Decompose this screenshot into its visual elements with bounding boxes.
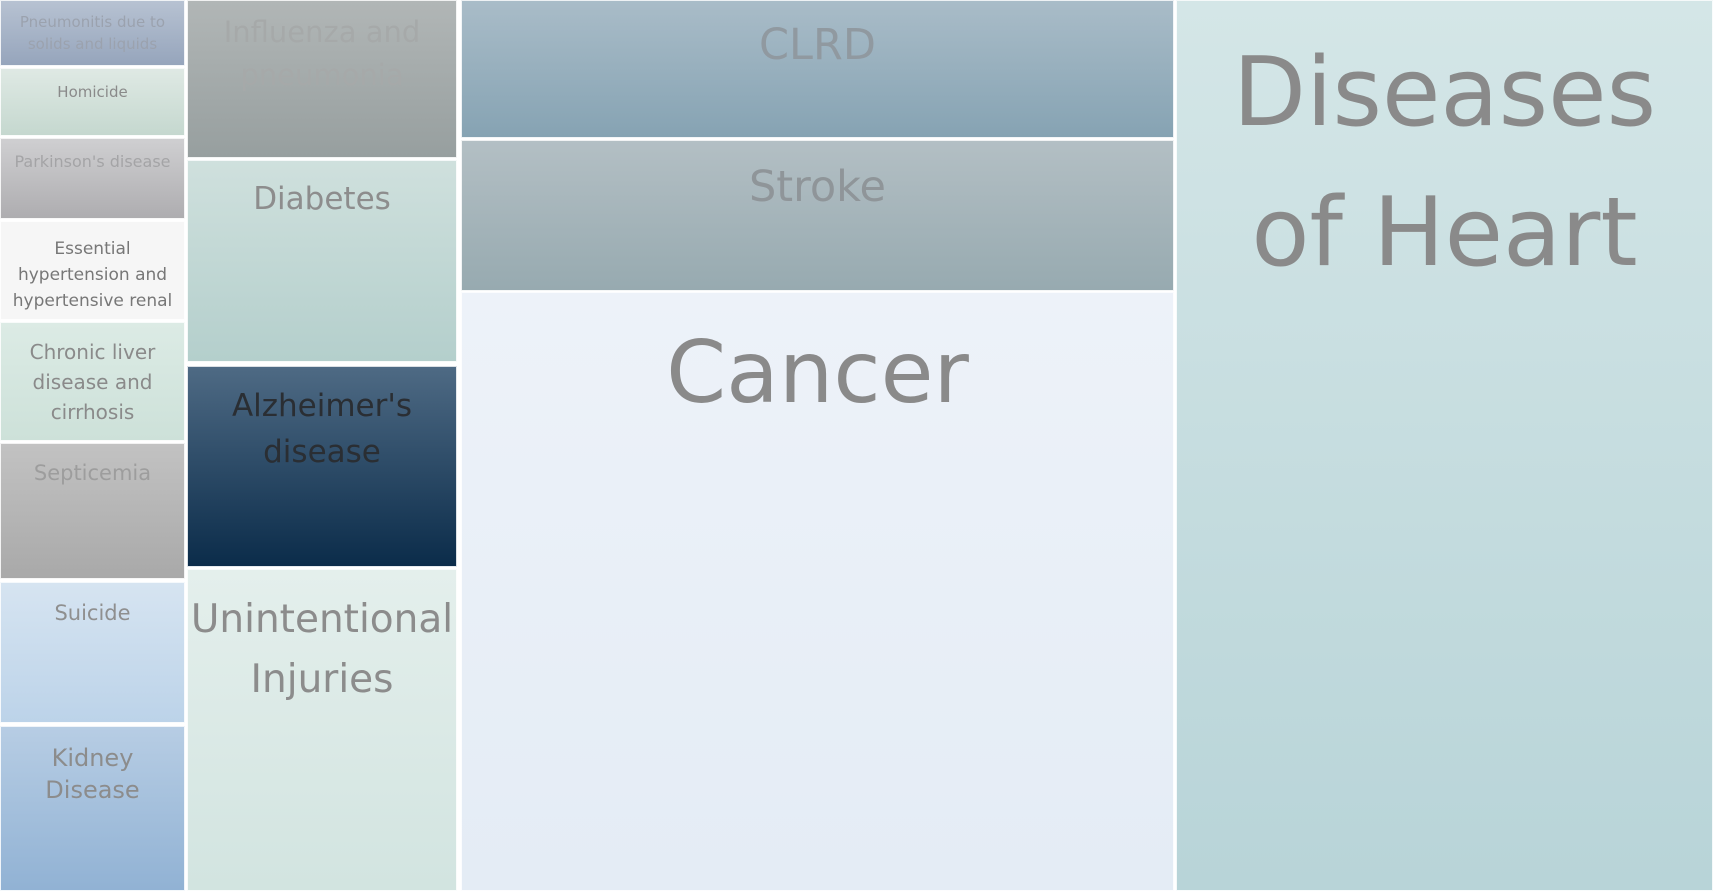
tile-label: Chronic liver disease and cirrhosis — [29, 340, 156, 424]
tile-chronic-liver-disease[interactable]: Chronic liver disease and cirrhosis — [0, 322, 185, 441]
tile-label: Homicide — [57, 83, 128, 101]
tile-label: Unintentional Injuries — [190, 597, 454, 702]
tile-label: Alzheimer's disease — [231, 388, 413, 470]
tile-label: Pneumonitis due to solids and liquids — [19, 13, 166, 53]
tile-pneumonitis[interactable]: Pneumonitis due to solids and liquids — [0, 0, 185, 66]
tile-cancer[interactable]: Cancer — [461, 292, 1174, 891]
tile-unintentional-injuries[interactable]: Unintentional Injuries — [187, 569, 457, 891]
tile-suicide[interactable]: Suicide — [0, 582, 185, 723]
tile-influenza-pneumonia[interactable]: Influenza and pneumonia — [187, 0, 457, 158]
tile-parkinsons-disease[interactable]: Parkinson's disease — [0, 138, 185, 219]
tile-clrd[interactable]: CLRD — [461, 0, 1174, 138]
tile-label: Cancer — [666, 323, 969, 423]
tile-diabetes[interactable]: Diabetes — [187, 160, 457, 362]
tile-label: CLRD — [759, 20, 876, 70]
tile-label: Diseases of Heart — [1232, 38, 1657, 288]
treemap-chart: Pneumonitis due to solids and liquids Ho… — [0, 0, 1713, 891]
tile-label: Suicide — [54, 601, 131, 625]
tile-label: Influenza and pneumonia — [223, 15, 421, 92]
tile-septicemia[interactable]: Septicemia — [0, 443, 185, 579]
tile-kidney-disease[interactable]: Kidney Disease — [0, 726, 185, 891]
tile-diseases-of-heart[interactable]: Diseases of Heart — [1176, 0, 1713, 891]
tile-label: Diabetes — [253, 181, 391, 217]
tile-label: Essential hypertension and hypertensive … — [12, 239, 173, 311]
tile-label: Stroke — [748, 162, 887, 212]
tile-stroke[interactable]: Stroke — [461, 140, 1174, 291]
tile-label: Septicemia — [33, 461, 152, 485]
tile-alzheimers-disease[interactable]: Alzheimer's disease — [187, 366, 457, 567]
tile-label: Parkinson's disease — [14, 152, 171, 171]
tile-homicide[interactable]: Homicide — [0, 68, 185, 136]
tile-label: Kidney Disease — [45, 744, 140, 804]
tile-essential-hypertension[interactable]: Essential hypertension and hypertensive … — [0, 221, 185, 320]
